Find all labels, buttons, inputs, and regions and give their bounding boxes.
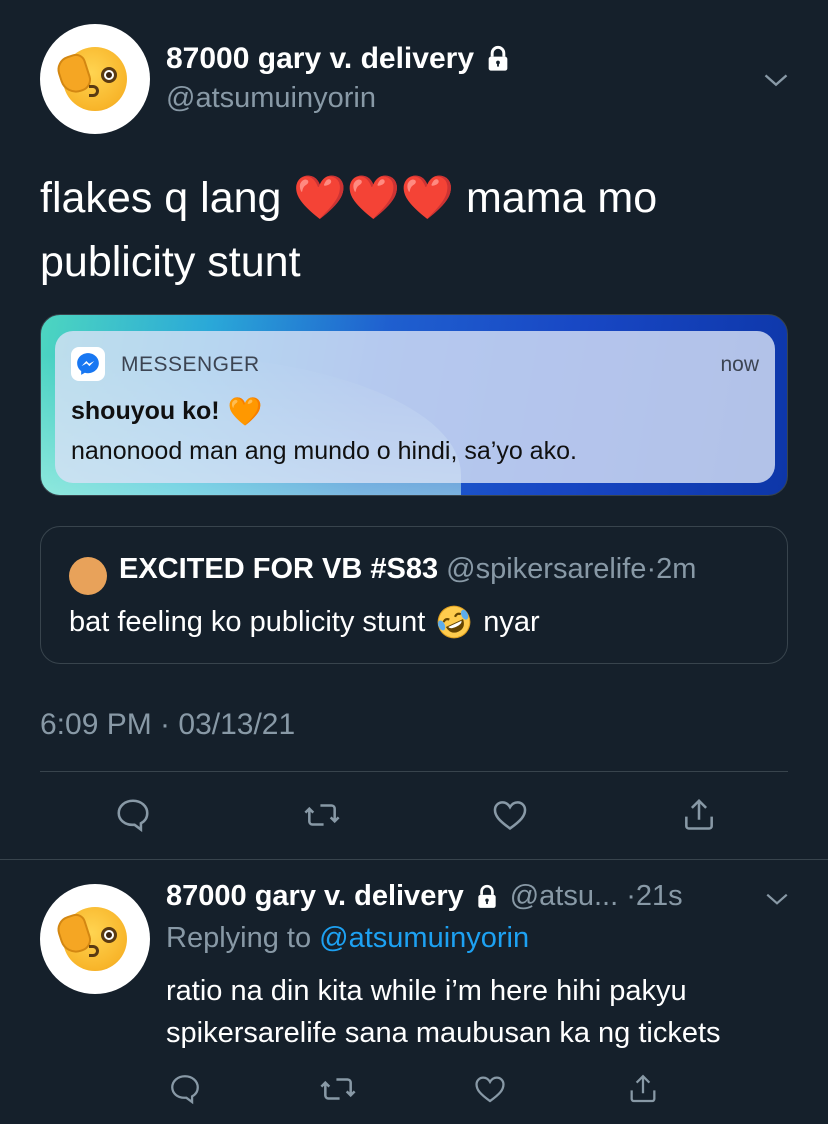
retweet-icon[interactable]: [319, 1070, 357, 1108]
reply-action-bar: [166, 1070, 662, 1108]
quoted-author-handle: @spikersarelife: [446, 553, 647, 585]
reply-icon[interactable]: [166, 1070, 204, 1108]
notification-title: shouyou ko! 🧡: [71, 395, 262, 428]
quoted-tweet-time: 2m: [656, 553, 697, 585]
tweet-detail-page: 87000 gary v. delivery @atsumuinyorin fl…: [0, 0, 828, 1124]
quoted-text-part2: nyar: [483, 605, 540, 638]
tweet-action-bar: [114, 796, 718, 834]
replying-to-mention[interactable]: @atsumuinyorin: [319, 922, 529, 954]
notification-time: now: [720, 353, 759, 376]
quoted-separator: ·: [646, 553, 657, 585]
reply-separator: ·: [626, 880, 636, 912]
retweet-icon[interactable]: [303, 796, 341, 834]
quoted-tweet-text: bat feeling ko publicity stunt nyar: [69, 603, 540, 641]
tweet-media-image[interactable]: MESSENGER now shouyou ko! 🧡 nanonood man…: [40, 314, 788, 496]
quoted-text-part1: bat feeling ko publicity stunt: [69, 605, 426, 638]
lock-icon: [488, 45, 508, 71]
reply-icon[interactable]: [114, 796, 152, 834]
tweet-text-line2: publicity stunt: [40, 238, 301, 286]
rolling-laughing-emoji-icon: [437, 605, 471, 639]
red-hearts-emoji: ❤️❤️❤️: [293, 174, 455, 222]
share-icon[interactable]: [680, 796, 718, 834]
quoted-author-name: EXCITED FOR VB #S83: [119, 553, 439, 585]
reply-author-header: 87000 gary v. delivery @atsu... ·21s: [166, 880, 683, 913]
reply-time: 21s: [635, 880, 683, 912]
notification-body: nanonood man ang mundo o hindi, sa’yo ak…: [71, 437, 577, 465]
messenger-app-icon: [71, 347, 105, 381]
chevron-down-icon[interactable]: [762, 66, 790, 94]
tweet-timestamp[interactable]: 6:09 PM · 03/13/21: [40, 708, 295, 742]
face-with-hand-emoji-icon: [53, 907, 127, 971]
chevron-down-icon[interactable]: [764, 886, 790, 912]
tweet-text-part2: mama mo: [465, 174, 658, 222]
share-icon[interactable]: [624, 1070, 662, 1108]
reply-author-avatar[interactable]: [40, 884, 150, 994]
reply-tweet-text: ratio na din kita while i’m here hihi pa…: [166, 975, 721, 1049]
messenger-notification: MESSENGER now shouyou ko! 🧡 nanonood man…: [55, 331, 775, 483]
like-icon[interactable]: [471, 1070, 509, 1108]
quoted-tweet[interactable]: EXCITED FOR VB #S83 @spikersarelife·2m b…: [40, 526, 788, 664]
notification-title-text: shouyou ko!: [71, 397, 220, 425]
quoted-author-avatar: [69, 557, 107, 595]
author-avatar[interactable]: [40, 24, 150, 134]
tweet-text-part1: flakes q lang: [40, 174, 282, 222]
reply-author-handle[interactable]: @atsu...: [510, 880, 618, 912]
divider: [40, 771, 788, 772]
quoted-tweet-header: EXCITED FOR VB #S83 @spikersarelife·2m: [119, 553, 696, 586]
lock-icon: [478, 884, 496, 908]
replying-to-line: Replying to @atsumuinyorin: [166, 922, 529, 955]
replying-to-label: Replying to: [166, 922, 312, 954]
author-display-name[interactable]: 87000 gary v. delivery: [166, 42, 512, 76]
tweet-text: flakes q lang ❤️❤️❤️ mama mo publicity s…: [40, 166, 790, 294]
reply-author-name[interactable]: 87000 gary v. delivery: [166, 880, 464, 913]
author-name-text: 87000 gary v. delivery: [166, 42, 474, 75]
like-icon[interactable]: [491, 796, 529, 834]
divider: [0, 859, 828, 860]
author-handle[interactable]: @atsumuinyorin: [166, 82, 376, 115]
face-with-hand-emoji-icon: [53, 47, 127, 111]
notification-app-name: MESSENGER: [121, 353, 260, 376]
orange-heart-emoji: 🧡: [227, 396, 263, 427]
